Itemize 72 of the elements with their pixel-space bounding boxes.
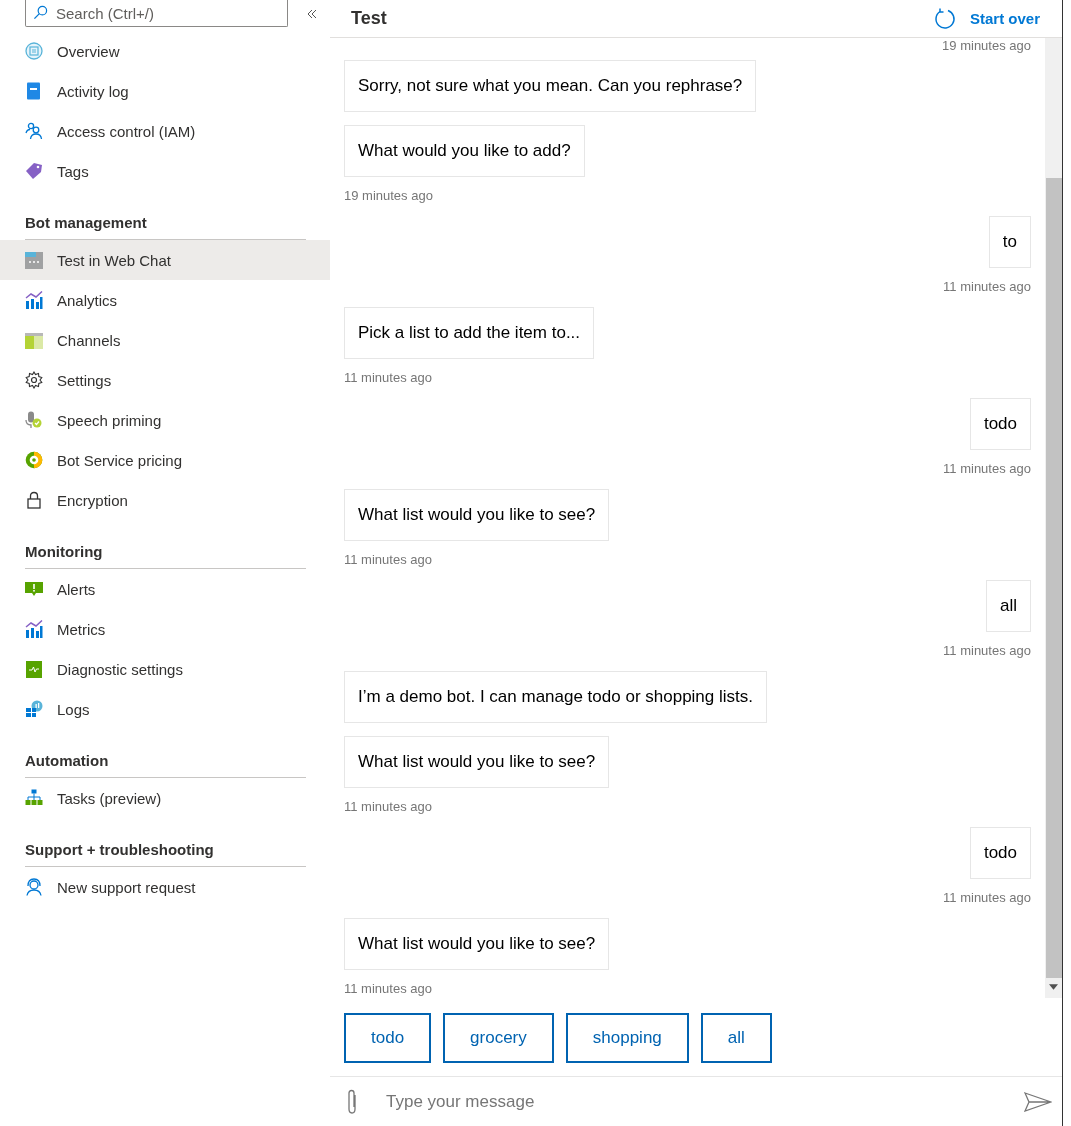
nav-item[interactable]: Overview: [0, 31, 330, 71]
chat-message: What list would you like to see?: [344, 489, 610, 541]
nav-item[interactable]: Encryption: [0, 480, 330, 520]
scroll-down-icon[interactable]: [1049, 984, 1058, 990]
timestamp: 19 minutes ago: [344, 188, 433, 204]
tag-icon: [25, 162, 43, 180]
nav-item[interactable]: Test in Web Chat: [0, 240, 330, 280]
collapse-icon[interactable]: [306, 7, 318, 20]
chat-message: todo: [969, 827, 1031, 879]
attachment-icon[interactable]: [346, 1088, 358, 1115]
nav-item[interactable]: Bot Service pricing: [0, 440, 330, 480]
nav-item[interactable]: Tasks (preview): [0, 778, 330, 818]
timestamp: 11 minutes ago: [344, 799, 432, 815]
chat-message: Sorry, not sure what you mean. Can you rephrase?: [344, 60, 757, 112]
scrollbar[interactable]: [1045, 38, 1062, 998]
suggested-action-button[interactable]: grocery: [443, 1013, 554, 1063]
settings-icon: [25, 371, 43, 389]
diagnostic-icon: [25, 660, 43, 678]
timestamp: 11 minutes ago: [943, 279, 1031, 295]
book-icon: [25, 82, 43, 100]
headset-person-icon: [25, 878, 43, 896]
chat-message: What list would you like to see?: [344, 918, 610, 970]
stack-icon: [25, 331, 43, 349]
nav-item[interactable]: Settings: [0, 360, 330, 400]
suggested-action-button[interactable]: shopping: [565, 1013, 689, 1063]
alert-icon: [25, 580, 43, 598]
chat-message: Pick a list to add the item to...: [344, 307, 595, 359]
coin-icon: [25, 451, 43, 469]
timestamp: 19 minutes ago: [942, 38, 1031, 54]
section-heading: Automation: [25, 752, 306, 778]
search-field[interactable]: Search (Ctrl+/): [25, 0, 288, 27]
lock-icon: [25, 491, 43, 509]
hierarchy-icon: [25, 789, 43, 807]
overview-icon: [25, 42, 43, 60]
nav-item[interactable]: Speech priming: [0, 400, 330, 440]
nav-item[interactable]: Alerts: [0, 569, 330, 609]
logs-icon: [25, 700, 43, 718]
section-heading: Monitoring: [25, 543, 306, 569]
nav-item[interactable]: New support request: [0, 867, 330, 907]
panel-title: Test: [351, 8, 387, 29]
send-icon[interactable]: [1024, 1091, 1052, 1112]
nav-item[interactable]: Channels: [0, 320, 330, 360]
bar-chart-icon: [25, 620, 43, 638]
chat-message: to: [988, 216, 1031, 268]
section-heading: Support + troubleshooting: [25, 841, 306, 867]
chat-message: What would you like to add?: [344, 125, 585, 177]
nav-item[interactable]: Access control (IAM): [0, 111, 330, 151]
nav-item[interactable]: Activity log: [0, 71, 330, 111]
timestamp: 11 minutes ago: [943, 643, 1031, 659]
chat-message: What list would you like to see?: [344, 736, 610, 788]
chat-message: todo: [969, 398, 1031, 450]
refresh-icon: [933, 7, 956, 30]
people-icon: [25, 122, 43, 140]
chat-window-icon: [25, 251, 43, 269]
timestamp: 11 minutes ago: [943, 890, 1031, 906]
nav-item[interactable]: Analytics: [0, 280, 330, 320]
timestamp: 11 minutes ago: [344, 552, 432, 568]
chat-message: all: [986, 580, 1031, 632]
timestamp: 11 minutes ago: [943, 461, 1031, 477]
chat-message: I’m a demo bot. I can manage todo or shopping lists.: [344, 671, 767, 723]
bar-chart-icon: [25, 291, 43, 309]
suggested-action-button[interactable]: todo: [344, 1013, 432, 1063]
nav-item[interactable]: Metrics: [0, 609, 330, 649]
search-icon: [33, 5, 48, 20]
nav-item[interactable]: Tags: [0, 151, 330, 191]
timestamp: 11 minutes ago: [344, 981, 432, 997]
microphone-icon: [25, 411, 43, 429]
suggested-action-button[interactable]: all: [700, 1013, 772, 1063]
nav-item[interactable]: Logs: [0, 689, 330, 729]
timestamp: 11 minutes ago: [344, 370, 432, 386]
start-over-button[interactable]: Start over: [933, 7, 1040, 30]
nav-item[interactable]: Diagnostic settings: [0, 649, 330, 689]
